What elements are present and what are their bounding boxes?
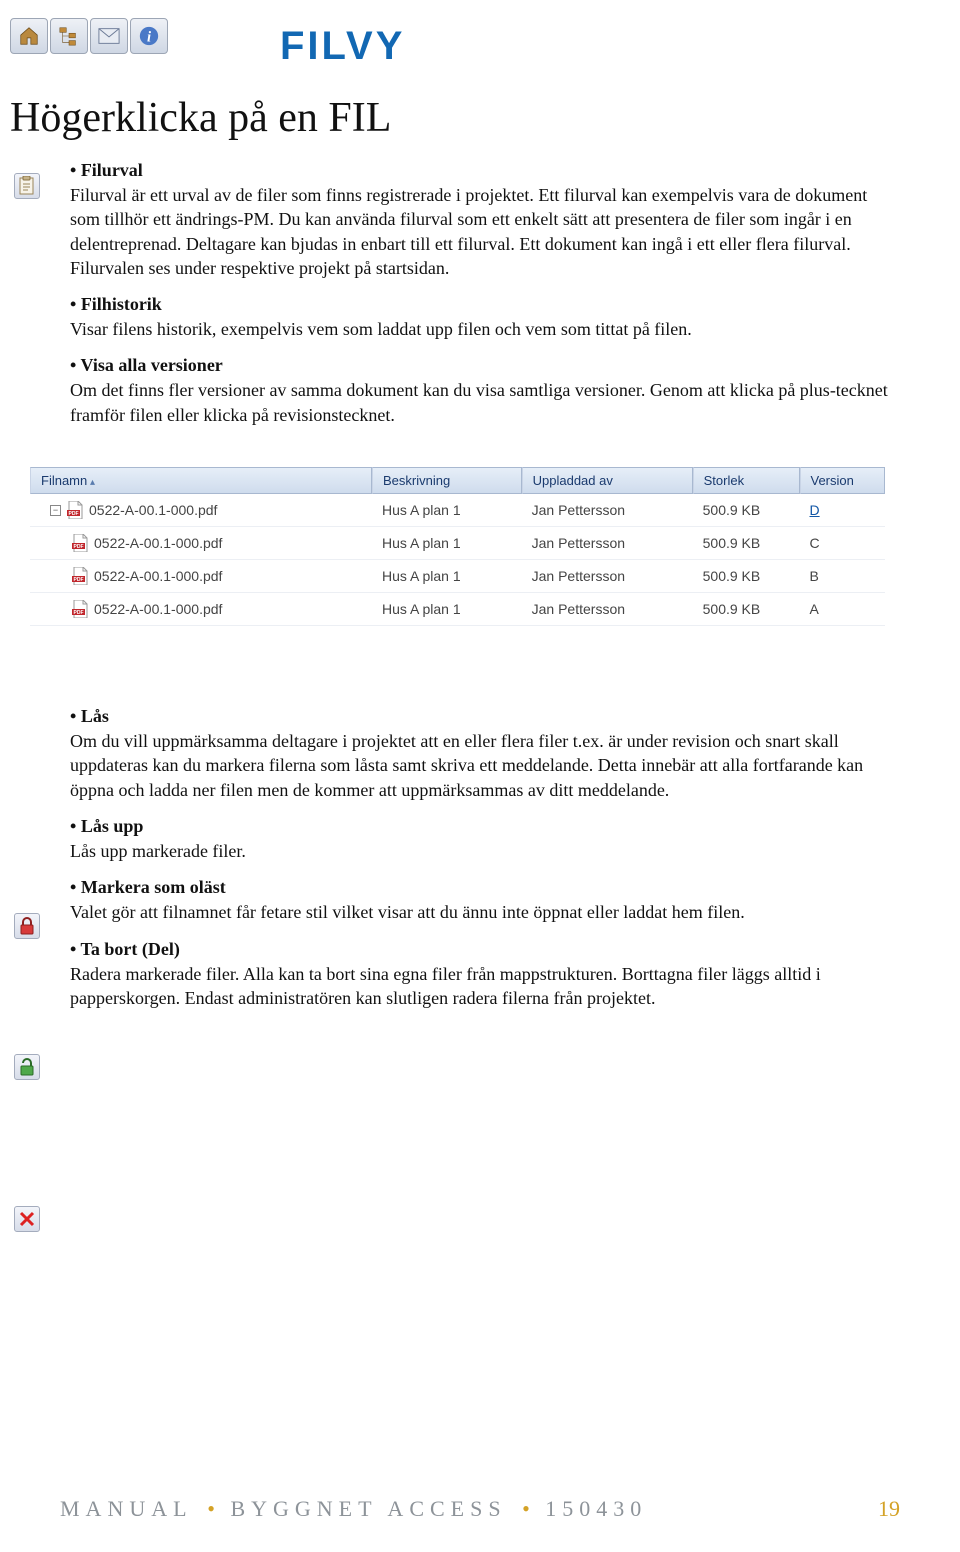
file-name: 0522-A-00.1-000.pdf: [89, 502, 217, 518]
section-lock-group: LåsOm du vill uppmärksamma deltagare i p…: [70, 706, 900, 1010]
delete-icon: [14, 1206, 40, 1232]
page-footer: MANUAL • BYGGNET ACCESS • 150430 19: [0, 1496, 960, 1522]
table-cell: 500.9 KB: [693, 560, 800, 593]
lock-icon: [14, 913, 40, 939]
table-cell: Hus A plan 1: [372, 494, 522, 527]
mail-icon[interactable]: [90, 18, 128, 54]
pdf-icon: PDF: [67, 501, 83, 519]
table-header[interactable]: Filnamn: [30, 467, 372, 494]
table-cell: Jan Pettersson: [522, 527, 693, 560]
page-title: Högerklicka på en FIL: [10, 94, 900, 142]
home-icon[interactable]: [10, 18, 48, 54]
table-cell: B: [800, 560, 886, 593]
table-cell: 500.9 KB: [693, 527, 800, 560]
bullet-title: Filurval: [70, 160, 900, 181]
file-name: 0522-A-00.1-000.pdf: [94, 601, 222, 617]
footer-date: 150430: [545, 1496, 647, 1521]
table-row[interactable]: PDF 0522-A-00.1-000.pdf Hus A plan 1Jan Pe…: [30, 593, 885, 626]
collapse-icon[interactable]: −: [50, 505, 61, 516]
table-cell: Jan Pettersson: [522, 494, 693, 527]
table-header[interactable]: Storlek: [693, 467, 800, 494]
table-cell: A: [800, 593, 886, 626]
top-toolbar: i: [10, 18, 900, 54]
unlock-icon: [14, 1054, 40, 1080]
svg-text:PDF: PDF: [74, 610, 84, 616]
bullet-title: Filhistorik: [70, 294, 900, 315]
table-header[interactable]: Version: [800, 467, 886, 494]
table-row[interactable]: PDF 0522-A-00.1-000.pdf Hus A plan 1Jan Pe…: [30, 527, 885, 560]
svg-text:PDF: PDF: [74, 544, 84, 550]
footer-product: BYGGNET ACCESS: [230, 1496, 506, 1521]
file-name: 0522-A-00.1-000.pdf: [94, 535, 222, 551]
table-cell: Jan Pettersson: [522, 560, 693, 593]
svg-text:PDF: PDF: [69, 511, 79, 517]
pdf-icon: PDF: [72, 534, 88, 552]
svg-text:PDF: PDF: [74, 577, 84, 583]
clipboard-icon: [14, 173, 40, 199]
bullet-body: Lås upp markerade filer.: [70, 839, 900, 863]
pdf-icon: PDF: [72, 567, 88, 585]
page-section-title: FILVY: [280, 24, 405, 69]
pdf-icon: PDF: [72, 600, 88, 618]
file-name: 0522-A-00.1-000.pdf: [94, 568, 222, 584]
bullet-body: Valet gör att filnamnet får fetare stil …: [70, 900, 900, 924]
bullet-title: Lås: [70, 706, 900, 727]
table-cell: Hus A plan 1: [372, 527, 522, 560]
footer-manual: MANUAL: [60, 1496, 192, 1521]
version-table[interactable]: FilnamnBeskrivningUppladdad avStorlekVer…: [30, 467, 885, 626]
bullet-title: Lås upp: [70, 816, 900, 837]
tree-icon[interactable]: [50, 18, 88, 54]
table-cell: C: [800, 527, 886, 560]
table-header[interactable]: Beskrivning: [372, 467, 522, 494]
table-cell: D: [800, 494, 886, 527]
bullet-body: Filurval är ett urval av de filer som fi…: [70, 183, 900, 280]
table-cell: Hus A plan 1: [372, 560, 522, 593]
table-cell: Hus A plan 1: [372, 593, 522, 626]
table-row[interactable]: PDF 0522-A-00.1-000.pdf Hus A plan 1Jan Pe…: [30, 560, 885, 593]
section-filurval: FilurvalFilurval är ett urval av de file…: [70, 160, 900, 427]
table-cell: Jan Pettersson: [522, 593, 693, 626]
bullet-body: Radera markerade filer. Alla kan ta bort…: [70, 962, 900, 1011]
info-icon[interactable]: i: [130, 18, 168, 54]
bullet-body: Visar filens historik, exempelvis vem so…: [70, 317, 900, 341]
bullet-title: Visa alla versioner: [70, 355, 900, 376]
bullet-body: Om det finns fler versioner av samma dok…: [70, 378, 900, 427]
bullet-body: Om du vill uppmärksamma deltagare i proj…: [70, 729, 900, 802]
table-header[interactable]: Uppladdad av: [522, 467, 693, 494]
table-cell: 500.9 KB: [693, 593, 800, 626]
svg-text:i: i: [147, 30, 151, 46]
bullet-title: Ta bort (Del): [70, 939, 900, 960]
bullet-title: Markera som oläst: [70, 877, 900, 898]
page-number: 19: [878, 1496, 900, 1522]
table-row[interactable]: − PDF 0522-A-00.1-000.pdf Hus A plan 1Jan P…: [30, 494, 885, 527]
version-link[interactable]: D: [810, 502, 820, 518]
table-cell: 500.9 KB: [693, 494, 800, 527]
